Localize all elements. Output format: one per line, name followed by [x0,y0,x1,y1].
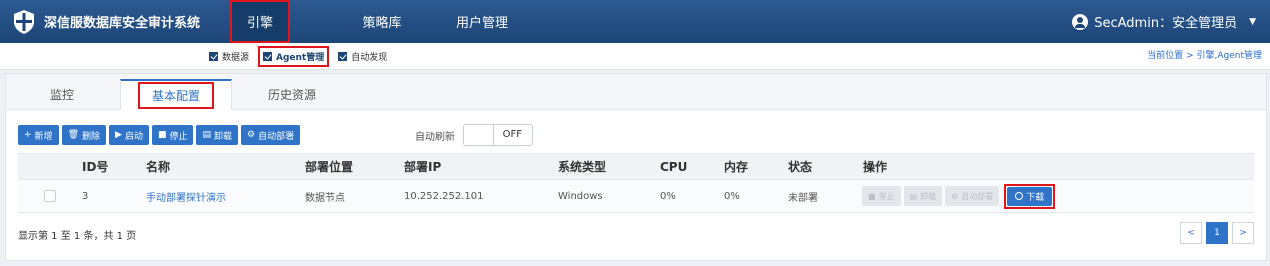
topnav-engine[interactable]: 引擎 [230,0,290,43]
sub-navigation-bar: 数据源 Agent管理 自动发现 当前位置 > 引擎,Agent管理 [0,43,1270,70]
auto-deploy-button[interactable]: ⚙ 自动部署 [241,125,301,145]
trash-icon: 🗑 [67,130,79,140]
auto-refresh-label: 自动刷新 [415,131,455,143]
checkbox-icon [263,52,273,61]
row-download-label: 下载 [1026,192,1045,203]
cell-actions: ■ 停止 ▤ 卸载 ⚙ 自动部署 下载 [862,180,1056,212]
col-memory: 内存 [724,160,749,174]
user-circle-icon [1072,13,1089,30]
subnav: 数据源 Agent管理 自动发现 [206,43,390,70]
row-auto-deploy-label: 自动部署 [961,191,994,201]
row-auto-deploy-button[interactable]: ⚙ 自动部署 [945,186,1000,206]
plus-icon: + [24,130,32,140]
cell-memory: 0% [724,190,740,202]
subnav-auto-discovery-label: 自动发现 [351,53,388,63]
stop-icon: ■ [868,191,876,201]
cell-name-link[interactable]: 手动部署探针演示 [146,180,226,212]
tab-history-resources[interactable]: 历史资源 [252,79,332,110]
shield-logo-icon [14,9,34,34]
row-checkbox-cell [44,180,56,212]
row-checkbox[interactable] [44,190,56,202]
trash-icon: ▤ [909,191,918,201]
subnav-auto-discovery[interactable]: 自动发现 [335,48,390,65]
subnav-agent-management[interactable]: Agent管理 [258,46,330,67]
col-actions: 操作 [863,160,888,174]
toggle-state: OFF [502,129,522,140]
pagination: < 1 > [1180,222,1254,244]
col-location: 部署位置 [305,160,354,174]
download-highlight: 下载 [1004,183,1056,209]
top-navigation-bar: 深信服数据库安全审计系统 引擎 策略库 用户管理 SecAdmin：安全管理员 … [0,0,1270,43]
add-button[interactable]: + 新增 [18,125,59,145]
prev-page-button[interactable]: < [1180,222,1202,244]
col-name: 名称 [146,160,171,174]
tab-basic-config[interactable]: 基本配置 [120,79,232,110]
breadcrumb: 当前位置 > 引擎,Agent管理 [1147,51,1262,61]
user-menu[interactable]: SecAdmin：安全管理员 ▼ [1072,0,1256,43]
user-label: SecAdmin：安全管理员 [1094,16,1238,31]
start-button-label: 启动 [124,131,143,142]
col-ip: 部署IP [404,160,442,174]
next-page-button[interactable]: > [1232,222,1254,244]
col-status: 状态 [788,160,813,174]
start-button[interactable]: ▶ 启动 [109,125,149,145]
add-button-label: 新增 [34,131,53,142]
play-icon: ▶ [115,130,122,140]
col-os: 系统类型 [558,160,607,174]
uninstall-icon: ▤ [202,130,211,140]
topnav-user-management[interactable]: 用户管理 [442,0,522,43]
tabs-bar: 监控 基本配置 历史资源 [6,74,1266,110]
caret-down-icon: ▼ [1249,16,1256,27]
subnav-datasource[interactable]: 数据源 [206,48,252,65]
stop-button-label: 停止 [169,131,188,142]
cell-os: Windows [558,190,603,202]
page-1-button[interactable]: 1 [1206,222,1228,244]
row-stop-label: 停止 [878,191,895,201]
tab-basic-config-label: 基本配置 [137,82,214,109]
toolbar: + 新增 🗑 删除 ▶ 启动 ■ 停止 ▤ 卸载 ⚙ 自动部署 [18,125,301,145]
cell-location: 数据节点 [305,192,345,204]
row-download-button[interactable]: 下载 [1007,186,1053,206]
app-title: 深信服数据库安全审计系统 [44,16,201,31]
subnav-datasource-label: 数据源 [222,53,250,63]
uninstall-button-label: 卸载 [214,131,233,142]
download-icon [1015,192,1024,200]
table-row: 3 手动部署探针演示 数据节点 10.252.252.101 Windows 0… [18,180,1254,213]
gear-icon: ⚙ [951,191,959,201]
row-stop-button[interactable]: ■ 停止 [862,186,901,206]
checkbox-icon [338,52,348,61]
delete-button-label: 删除 [82,131,101,142]
top-nav: 引擎 策略库 用户管理 [230,0,522,43]
stop-icon: ■ [157,130,167,140]
col-cpu: CPU [660,159,688,174]
tab-monitor[interactable]: 监控 [26,79,98,110]
col-id: ID号 [82,160,109,174]
stop-button[interactable]: ■ 停止 [151,125,194,145]
cell-ip: 10.252.252.101 [404,190,484,202]
brand: 深信服数据库安全审计系统 [12,0,200,43]
row-uninstall-label: 卸载 [920,191,937,201]
cell-status: 未部署 [788,192,818,204]
gear-icon: ⚙ [247,130,256,140]
main-panel: 监控 基本配置 历史资源 + 新增 🗑 删除 ▶ 启动 ■ 停止 ▤ 卸载 ⚙ … [5,73,1267,261]
row-uninstall-button[interactable]: ▤ 卸载 [903,186,943,206]
cell-id: 3 [82,190,89,202]
pagination-info: 显示第 1 至 1 条，共 1 页 [18,231,137,242]
auto-deploy-button-label: 自动部署 [258,131,295,142]
topnav-policy-library[interactable]: 策略库 [322,0,442,43]
delete-button[interactable]: 🗑 删除 [61,125,107,145]
uninstall-button[interactable]: ▤ 卸载 [196,125,239,145]
toggle-knob [464,125,494,145]
subnav-agent-management-label: Agent管理 [276,53,325,63]
cell-cpu: 0% [660,190,676,202]
auto-refresh-toggle[interactable]: OFF [463,124,533,146]
table-header: ID号 名称 部署位置 部署IP 系统类型 CPU 内存 状态 操作 [18,153,1254,180]
auto-refresh: 自动刷新 OFF [415,124,533,146]
square-icon [209,52,218,61]
